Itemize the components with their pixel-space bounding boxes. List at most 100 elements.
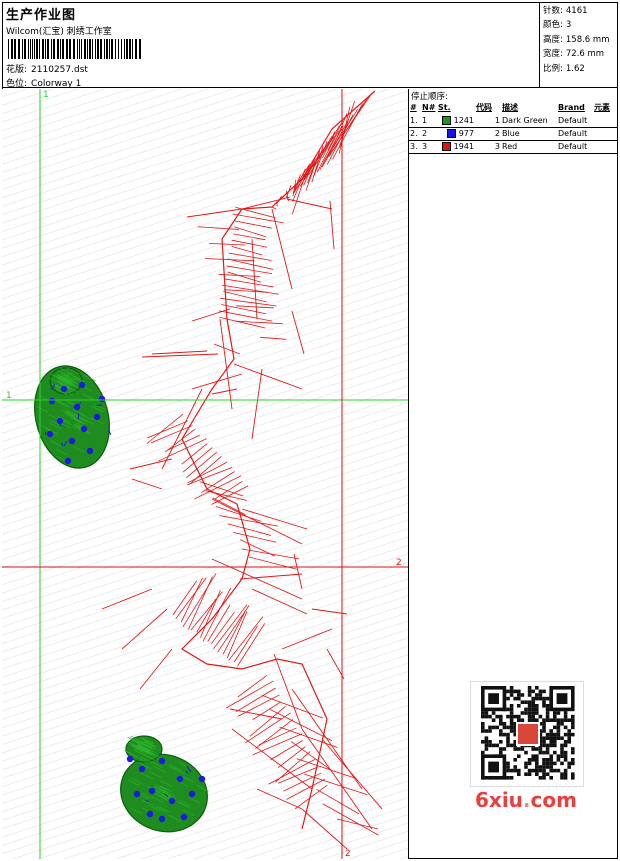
run-stitch bbox=[301, 808, 348, 850]
qr-module bbox=[560, 747, 564, 751]
qr-module bbox=[524, 700, 528, 704]
qr-module bbox=[524, 707, 528, 712]
qr-module bbox=[545, 772, 550, 776]
qr-module bbox=[553, 761, 557, 766]
qr-module bbox=[535, 693, 539, 697]
qr-module bbox=[535, 707, 539, 712]
blue-dot bbox=[198, 775, 206, 783]
qr-module bbox=[538, 696, 543, 701]
barcode-bar bbox=[42, 39, 44, 59]
qr-module bbox=[553, 725, 557, 730]
blue-dot bbox=[148, 787, 156, 795]
satin-stitch bbox=[259, 336, 287, 340]
qr-module bbox=[506, 743, 510, 748]
stat-label: 比例: bbox=[543, 63, 563, 74]
blue-dot bbox=[168, 797, 176, 805]
run-stitch bbox=[239, 573, 303, 580]
qr-module bbox=[545, 711, 550, 715]
barcode-bar bbox=[97, 39, 99, 59]
qr-module bbox=[502, 722, 507, 726]
cell-element bbox=[593, 127, 618, 141]
barcode-bar bbox=[77, 39, 78, 59]
qr-module bbox=[524, 711, 528, 715]
qr-module bbox=[506, 776, 510, 780]
barcode-bar bbox=[60, 39, 61, 59]
barcode-bar bbox=[69, 39, 71, 59]
satin-stitch bbox=[175, 577, 207, 619]
guide-label-h1: 1 bbox=[6, 391, 12, 401]
qr-module bbox=[495, 725, 499, 730]
qr-module bbox=[545, 704, 550, 708]
qr-module bbox=[549, 743, 553, 748]
qr-module bbox=[517, 768, 521, 773]
satin-stitch bbox=[271, 206, 277, 210]
qr-module bbox=[542, 696, 546, 701]
qr-code-image bbox=[470, 681, 584, 787]
barcode-bar bbox=[62, 39, 64, 59]
cell-description: Red bbox=[501, 140, 557, 154]
qr-module bbox=[538, 750, 543, 755]
barcode-bar bbox=[28, 39, 29, 59]
qr-module bbox=[484, 711, 489, 715]
red-branch-stitches bbox=[101, 90, 383, 850]
qr-module bbox=[509, 718, 514, 722]
cell-element bbox=[593, 114, 618, 128]
qr-module bbox=[542, 729, 546, 733]
colorway-label: 色位: bbox=[6, 79, 28, 89]
qr-module bbox=[538, 747, 543, 751]
satin-stitch bbox=[223, 290, 267, 303]
qr-module bbox=[553, 750, 557, 755]
qr-module bbox=[545, 750, 550, 755]
watermark-part: 6xiu bbox=[475, 788, 523, 812]
cell-index: 1. bbox=[409, 114, 421, 128]
stat-scale: 比例: 1.62 bbox=[543, 62, 620, 76]
qr-module bbox=[571, 732, 575, 737]
design-stats: 针数: 4161 颜色: 3 高度: 158.6 mm 宽度: 72.6 mm 比例: 1… bbox=[543, 4, 620, 76]
qr-module bbox=[560, 743, 564, 748]
qr-module bbox=[506, 732, 510, 737]
qr-module bbox=[542, 689, 546, 694]
qr-module bbox=[542, 776, 546, 780]
qr-module bbox=[542, 718, 546, 722]
blue-dot bbox=[86, 447, 94, 455]
qr-module bbox=[520, 693, 525, 697]
qr-module bbox=[545, 758, 550, 762]
qr-module bbox=[531, 696, 535, 701]
run-stitch bbox=[211, 498, 303, 545]
run-stitch bbox=[231, 728, 313, 790]
barcode-bar bbox=[132, 39, 133, 59]
qr-module bbox=[567, 765, 571, 769]
qr-module bbox=[553, 711, 557, 715]
qr-module bbox=[549, 768, 553, 773]
qr-module bbox=[524, 750, 528, 755]
qr-module bbox=[527, 693, 532, 697]
stat-height: 高度: 158.6 mm bbox=[543, 33, 620, 47]
cell-element bbox=[593, 140, 618, 154]
stat-width: 宽度: 72.6 mm bbox=[543, 47, 620, 61]
qr-module bbox=[549, 754, 553, 758]
run-stitch bbox=[273, 653, 303, 730]
barcode-bar bbox=[92, 39, 93, 59]
cell-code: 3 bbox=[475, 140, 501, 154]
blue-dot bbox=[48, 397, 56, 405]
run-stitch bbox=[286, 198, 333, 210]
run-stitch bbox=[293, 553, 303, 590]
qr-module bbox=[535, 768, 539, 773]
cell-code: 1 bbox=[475, 114, 501, 128]
qr-module bbox=[545, 718, 550, 722]
stat-value: 4161 bbox=[565, 6, 588, 16]
qr-module bbox=[502, 732, 507, 737]
col-brand: Brand bbox=[558, 103, 585, 112]
blue-dot bbox=[68, 437, 76, 445]
barcode-bar bbox=[51, 39, 52, 59]
run-stitch bbox=[329, 200, 335, 250]
header-info: 生产作业图 Wilcom(汇宝) 刺绣工作室 花版: 2110257.dst 色位… bbox=[2, 2, 540, 89]
qr-module bbox=[567, 718, 571, 722]
barcode-bar bbox=[79, 39, 80, 59]
barcode-bar bbox=[34, 39, 35, 59]
barcode-bar bbox=[14, 39, 16, 59]
run-stitch bbox=[251, 588, 308, 615]
qr-module bbox=[481, 740, 485, 744]
table-row: 2. 2 977 2 Blue Default bbox=[409, 127, 618, 141]
qr-module bbox=[506, 696, 510, 701]
